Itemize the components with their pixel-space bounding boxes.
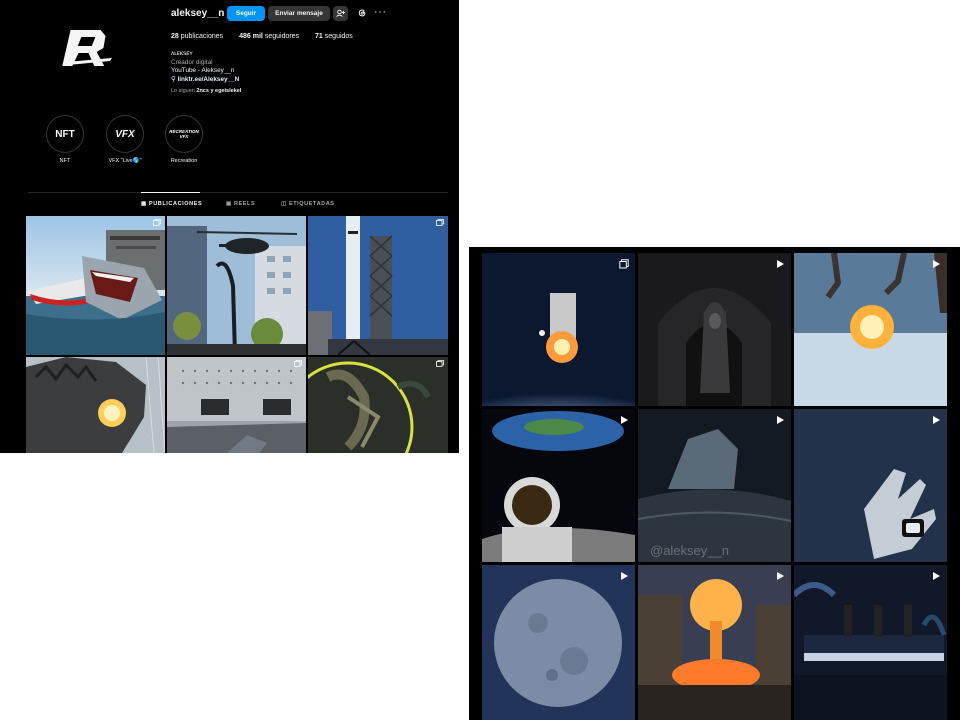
reel-watermark: @aleksey__n (650, 543, 729, 558)
reel-tile[interactable] (638, 565, 791, 720)
reel-tile[interactable] (794, 253, 947, 406)
reel-play-icon (933, 416, 940, 424)
reel-image (638, 565, 791, 720)
reel-image (794, 253, 947, 406)
posts-stat[interactable]: 28 publicaciones (171, 33, 223, 40)
highlight-cover: NFT (47, 116, 83, 152)
tab-posts[interactable]: ▦ PUBLICACIONES (141, 201, 202, 207)
followers-stat[interactable]: 486 mil seguidores (239, 33, 299, 40)
bio-link[interactable]: ⚲ linktr.ee/Aleksey__N (171, 76, 239, 85)
carousel-icon (619, 259, 629, 269)
tab-tagged[interactable]: ◫ ETIQUETADAS (281, 201, 335, 207)
more-options-icon[interactable]: ··· (374, 6, 387, 18)
reel-tile[interactable] (482, 565, 635, 720)
reel-play-icon (933, 260, 940, 268)
highlight-label: Recreation (170, 158, 198, 164)
reel-play-icon (621, 416, 628, 424)
profile-username: aleksey__n (171, 8, 225, 19)
reel-tile[interactable] (794, 409, 947, 562)
reels-panel: @aleksey__n (469, 247, 960, 720)
post-tile[interactable] (308, 216, 448, 355)
reel-image (482, 565, 635, 720)
reel-play-icon (777, 416, 784, 424)
profile-panel: aleksey__n Seguir Enviar mensaje ··· 28 … (0, 0, 459, 453)
carousel-icon (436, 360, 444, 367)
reel-tile[interactable] (638, 253, 791, 406)
carousel-icon (294, 360, 302, 367)
link-icon: ⚲ (171, 75, 176, 83)
post-tile[interactable] (308, 357, 448, 453)
post-tile[interactable] (167, 216, 306, 355)
threads-icon[interactable] (356, 7, 368, 19)
reel-play-icon (621, 572, 628, 580)
post-image (308, 357, 448, 453)
following-stat[interactable]: 71 seguidos (315, 33, 353, 40)
tagged-icon: ◫ (281, 201, 287, 207)
highlight-cover: RECREATION VFX (166, 116, 202, 152)
reel-tile[interactable] (482, 409, 635, 562)
carousel-icon (153, 219, 161, 226)
post-tile[interactable] (26, 357, 165, 453)
reel-play-icon (933, 572, 940, 580)
bio-line: YouTube - Aleksey__n (171, 67, 235, 74)
post-image (26, 357, 165, 453)
tabs-divider (28, 192, 448, 193)
grid-icon: ▦ (141, 201, 147, 207)
followed-by[interactable]: Lo siguen 2ncs y egeislekel (171, 88, 241, 94)
post-image (308, 216, 448, 355)
reel-image (638, 253, 791, 406)
reel-play-icon (777, 260, 784, 268)
reel-image (482, 253, 635, 406)
tab-reels[interactable]: ▣ REELS (226, 201, 255, 207)
highlight-recreation[interactable]: RECREATION VFX Recreation (154, 116, 214, 164)
reel-image (638, 409, 791, 562)
reel-tile[interactable] (482, 253, 635, 406)
carousel-icon (436, 219, 444, 226)
active-tab-indicator (141, 192, 200, 193)
reel-image (482, 409, 635, 562)
highlight-label: NFT (59, 158, 71, 164)
post-image (167, 357, 306, 453)
reel-image (794, 409, 947, 562)
highlight-vfx[interactable]: VFX VFX "Live🌎" (95, 116, 155, 164)
post-image (167, 216, 306, 355)
suggested-users-button[interactable] (333, 6, 348, 21)
reel-tile[interactable] (794, 565, 947, 720)
reel-play-icon (777, 572, 784, 580)
bio-link-text[interactable]: linktr.ee/Aleksey__N (177, 76, 239, 83)
highlight-cover: VFX (107, 116, 143, 152)
reel-tile[interactable]: @aleksey__n (638, 409, 791, 562)
highlight-label: VFX "Live🌎" (108, 158, 142, 164)
follow-button[interactable]: Seguir (227, 6, 265, 21)
profile-stats: 28 publicaciones 486 mil seguidores 71 s… (171, 33, 367, 40)
profile-category: Creador digital (171, 58, 213, 66)
reel-image (794, 565, 947, 720)
post-tile[interactable] (26, 216, 165, 355)
post-image (26, 216, 165, 355)
profile-display-name: ʌʟᴇᴋsᴇʏ (171, 50, 193, 57)
profile-bio: ʌʟᴇᴋsᴇʏ Creador digital YouTube - Alekse… (171, 50, 239, 84)
send-message-button[interactable]: Enviar mensaje (268, 6, 330, 21)
highlight-nft[interactable]: NFT NFT (35, 116, 95, 164)
add-person-icon (336, 9, 345, 17)
reels-icon: ▣ (226, 201, 232, 207)
post-tile[interactable] (167, 357, 306, 453)
profile-avatar[interactable] (58, 22, 128, 74)
